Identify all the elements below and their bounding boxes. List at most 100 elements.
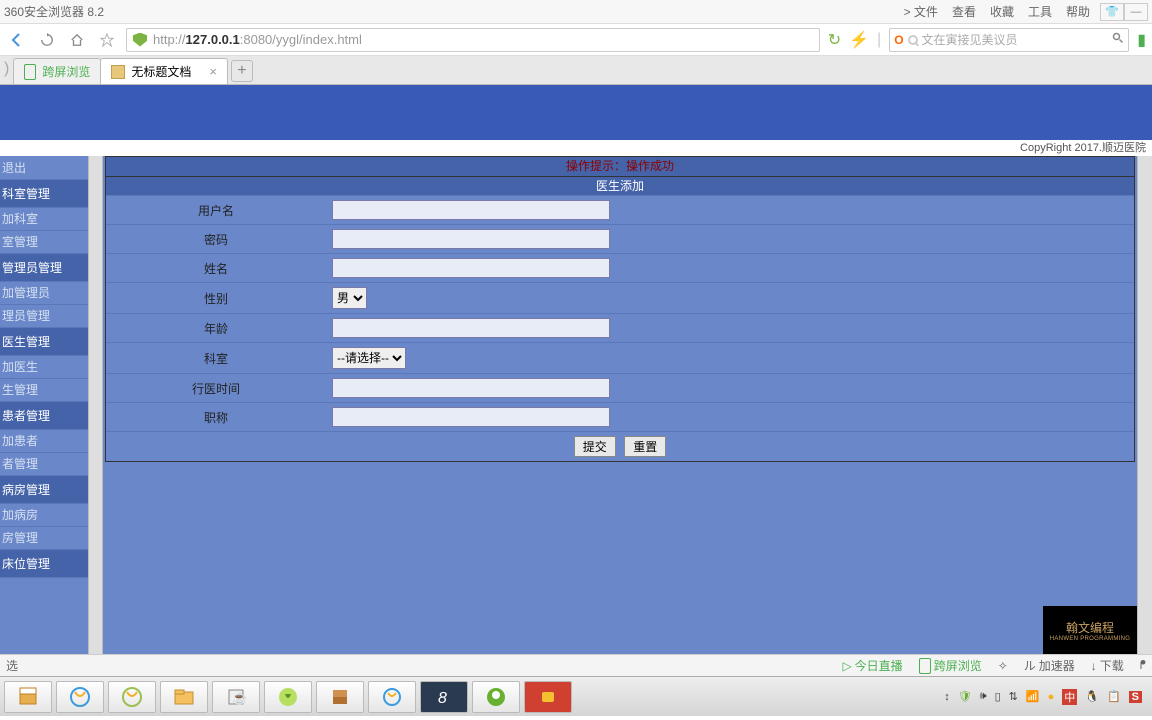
tray-icon-2[interactable]: 🛡 [958,690,972,703]
label-years: 行医时间 [106,374,326,403]
url-prefix: http:// [153,32,186,47]
sidebar-item-admin-mgmt[interactable]: 理员管理 [0,305,88,328]
form-title: 医生添加 [106,176,1134,195]
sidebar-item-patient-mgmt[interactable]: 者管理 [0,453,88,476]
status-flag[interactable]: ᖰ [1140,658,1146,673]
sidebar-sec-doctor[interactable]: 医生管理 [0,328,88,356]
skin-button[interactable]: 👕 [1100,3,1124,21]
taskbar-btn-5[interactable]: ☕ [212,681,260,713]
tray-icon-8[interactable]: 中 [1062,689,1077,705]
tray-icon-6[interactable]: 📶 [1026,690,1040,703]
tab-label-2: 无标题文档 [131,63,191,80]
star-button[interactable] [96,29,118,51]
status-download[interactable]: ↓下载 [1091,657,1124,674]
tray-icon-1[interactable]: ↕ [944,691,950,703]
tab-document[interactable]: 无标题文档 × [100,58,228,84]
phone-icon [919,658,931,674]
watermark-line2: HANWEN PROGRAMMING [1050,636,1130,642]
sidebar-scrollbar[interactable] [88,156,103,654]
titlebar: 360安全浏览器 8.2 > 文件 查看 收藏 工具 帮助 👕 — [0,0,1152,24]
url-input[interactable]: http://127.0.0.1:8080/yygl/index.html [126,28,820,52]
sidebar-item-add-doctor[interactable]: 加医生 [0,356,88,379]
input-password[interactable] [332,229,610,249]
ext-icon[interactable]: ▮ [1137,30,1146,50]
page-icon [111,65,125,79]
back-button[interactable] [6,29,28,51]
search-input[interactable]: O 文在寅接见美议员 [889,28,1129,52]
home-button[interactable] [66,29,88,51]
label-age: 年龄 [106,314,326,343]
tray-icon-10[interactable]: 📋 [1107,690,1121,703]
content: 退出 科室管理 加科室 室管理 管理员管理 加管理员 理员管理 医生管理 加医生… [0,156,1152,654]
submit-button[interactable]: 提交 [574,436,616,457]
reset-button[interactable]: 重置 [624,436,666,457]
sidebar-item-add-patient[interactable]: 加患者 [0,430,88,453]
menu-help[interactable]: 帮助 [1066,3,1090,20]
tray-icon-5[interactable]: ⇅ [1009,690,1018,703]
input-name[interactable] [332,258,610,278]
taskbar-btn-8[interactable] [368,681,416,713]
taskbar-btn-4[interactable] [160,681,208,713]
sidebar-sec-admin[interactable]: 管理员管理 [0,254,88,282]
menu-tools[interactable]: 工具 [1028,3,1052,20]
label-dept: 科室 [106,343,326,374]
sidebar-item-add-dept[interactable]: 加科室 [0,208,88,231]
tray-icon-4[interactable]: ▯ [995,690,1001,703]
status-accel[interactable]: ✧ [998,659,1008,673]
svg-text:☕: ☕ [232,690,247,705]
tray-icon-7[interactable]: ● [1048,691,1055,703]
browser-title: 360安全浏览器 8.2 [4,3,904,20]
minimize-button[interactable]: — [1124,3,1148,21]
taskbar-btn-9[interactable]: 8 [420,681,468,713]
select-gender[interactable]: 男 [332,287,367,309]
tab-prev-icon[interactable]: ) [4,60,9,78]
tab-crossscreen[interactable]: 跨屏浏览 [13,58,101,84]
taskbar-btn-1[interactable] [4,681,52,713]
taskbar-btn-2[interactable] [56,681,104,713]
input-title[interactable] [332,407,610,427]
taskbar-btn-11[interactable] [524,681,572,713]
sidebar-sec-dept[interactable]: 科室管理 [0,180,88,208]
reload-button[interactable] [36,29,58,51]
tray-icon-3[interactable]: 🕪 [980,690,987,703]
main-scrollbar[interactable] [1137,156,1152,654]
lightning-icon[interactable]: ⚡ [849,30,869,50]
taskbar-btn-6[interactable] [264,681,312,713]
status-crossscreen[interactable]: 跨屏浏览 [919,657,982,674]
main-panel: 操作提示：操作成功 医生添加 用户名 密码 姓名 性别男 年龄 科室--请选择-… [103,156,1137,654]
taskbar-btn-10[interactable] [472,681,520,713]
sidebar-sec-ward[interactable]: 病房管理 [0,476,88,504]
input-years[interactable] [332,378,610,398]
taskbar-btn-7[interactable] [316,681,364,713]
close-icon[interactable]: × [209,64,217,79]
select-dept[interactable]: --请选择-- [332,347,406,369]
sync-icon[interactable]: ↻ [828,30,841,50]
sidebar-item-add-admin[interactable]: 加管理员 [0,282,88,305]
sidebar-sec-bed[interactable]: 床位管理 [0,550,88,578]
menu-view[interactable]: 查看 [952,3,976,20]
tray-icon-11[interactable]: S [1129,691,1142,703]
taskbar-btn-3[interactable] [108,681,156,713]
sidebar-sec-patient[interactable]: 患者管理 [0,402,88,430]
new-tab-button[interactable]: + [231,60,253,82]
sidebar-item-dept-mgmt[interactable]: 室管理 [0,231,88,254]
form-panel: 操作提示：操作成功 医生添加 用户名 密码 姓名 性别男 年龄 科室--请选择-… [105,156,1135,462]
status-live[interactable]: ▷今日直播 [842,657,902,674]
input-username[interactable] [332,200,610,220]
sidebar-exit[interactable]: 退出 [0,156,88,180]
menu-file[interactable]: > 文件 [904,3,938,20]
address-bar: http://127.0.0.1:8080/yygl/index.html ↻ … [0,24,1152,56]
sidebar-item-ward-mgmt[interactable]: 房管理 [0,527,88,550]
search-button[interactable] [1112,32,1124,47]
menu-fav[interactable]: 收藏 [990,3,1014,20]
sidebar-item-add-ward[interactable]: 加病房 [0,504,88,527]
status-boost[interactable]: ル加速器 [1024,657,1075,674]
tab-bar: ) 跨屏浏览 无标题文档 × + [0,56,1152,85]
page-banner [0,85,1152,140]
input-age[interactable] [332,318,610,338]
browser-menu: > 文件 查看 收藏 工具 帮助 [904,3,1090,20]
label-username: 用户名 [106,196,326,225]
tray-icon-9[interactable]: 🐧 [1085,690,1099,703]
sidebar-item-doctor-mgmt[interactable]: 生管理 [0,379,88,402]
taskbar: ☕ 8 ↕ 🛡 🕪 ▯ ⇅ 📶 ● 中 🐧 📋 S [0,676,1152,716]
